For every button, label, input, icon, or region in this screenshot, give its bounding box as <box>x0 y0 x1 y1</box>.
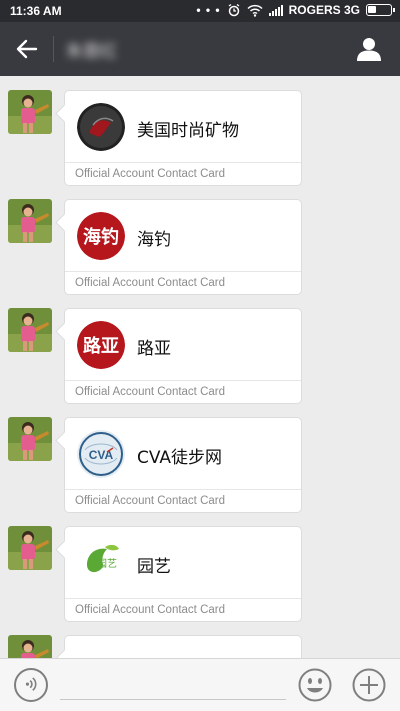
message-row: 美国时尚矿物 Official Account Contact Card <box>0 76 400 186</box>
chat-input-bar <box>0 658 400 711</box>
message-input[interactable] <box>60 699 286 700</box>
contact-card[interactable]: 海钓 海钓 Official Account Contact Card <box>64 199 302 295</box>
green-leaf-logo: 园艺 <box>77 539 125 587</box>
sender-avatar[interactable] <box>8 417 52 461</box>
contact-card[interactable]: CVA CVA徒步网 Official Account Contact Card <box>64 417 302 513</box>
partial-logo <box>81 648 121 658</box>
card-name: 路亚 <box>137 339 171 359</box>
chat-message-list[interactable]: 美国时尚矿物 Official Account Contact Card 海钓 … <box>0 76 400 658</box>
contact-card[interactable]: 路亚 路亚 Official Account Contact Card <box>64 308 302 404</box>
seal-text: 海钓 <box>83 226 119 248</box>
status-time: 11:36 AM <box>10 4 62 18</box>
contact-info-icon[interactable] <box>356 36 382 62</box>
sender-avatar[interactable] <box>8 526 52 570</box>
signal-icon <box>268 5 283 16</box>
card-footer: Official Account Contact Card <box>75 168 225 180</box>
card-name: 海钓 <box>137 230 171 250</box>
message-row: CVA CVA徒步网 Official Account Contact Card <box>0 403 400 513</box>
plus-icon[interactable] <box>352 668 386 702</box>
cva-globe-logo: CVA <box>77 430 125 478</box>
emoji-icon[interactable] <box>298 668 332 702</box>
battery-icon <box>366 4 395 16</box>
sender-avatar[interactable] <box>8 635 52 658</box>
carrier-label: ROGERS 3G <box>288 3 360 17</box>
contact-card[interactable]: 园艺 园艺 Official Account Contact Card <box>64 526 302 622</box>
alarm-icon <box>228 3 240 17</box>
status-bar: 11:36 AM • • • ROGERS 3G <box>0 0 400 22</box>
message-row: 海钓 海钓 Official Account Contact Card <box>0 185 400 295</box>
dark-round-logo <box>77 103 125 151</box>
message-row <box>0 621 400 658</box>
chat-title: 朱蓉红 <box>66 42 117 61</box>
red-seal-logo: 路亚 <box>77 321 125 369</box>
voice-icon[interactable] <box>14 668 48 702</box>
sender-avatar[interactable] <box>8 90 52 134</box>
wifi-icon <box>247 4 263 17</box>
message-row: 园艺 园艺 Official Account Contact Card <box>0 512 400 622</box>
contact-card[interactable]: 美国时尚矿物 Official Account Contact Card <box>64 90 302 186</box>
leaf-text: 园艺 <box>97 558 117 570</box>
message-row: 路亚 路亚 Official Account Contact Card <box>0 294 400 404</box>
card-footer: Official Account Contact Card <box>75 277 225 289</box>
red-seal-logo: 海钓 <box>77 212 125 260</box>
card-name: 园艺 <box>137 557 171 577</box>
header-divider <box>53 36 54 62</box>
seal-text: 路亚 <box>83 335 119 357</box>
back-arrow-icon[interactable] <box>14 36 40 62</box>
card-name: 美国时尚矿物 <box>137 121 239 141</box>
sender-avatar[interactable] <box>8 199 52 243</box>
chat-header: 朱蓉红 <box>0 22 400 76</box>
sender-avatar[interactable] <box>8 308 52 352</box>
card-footer: Official Account Contact Card <box>75 604 225 616</box>
contact-card[interactable] <box>64 635 302 658</box>
card-name: CVA徒步网 <box>137 448 223 468</box>
card-footer: Official Account Contact Card <box>75 495 225 507</box>
notification-dots: • • • <box>196 3 221 17</box>
card-footer: Official Account Contact Card <box>75 386 225 398</box>
